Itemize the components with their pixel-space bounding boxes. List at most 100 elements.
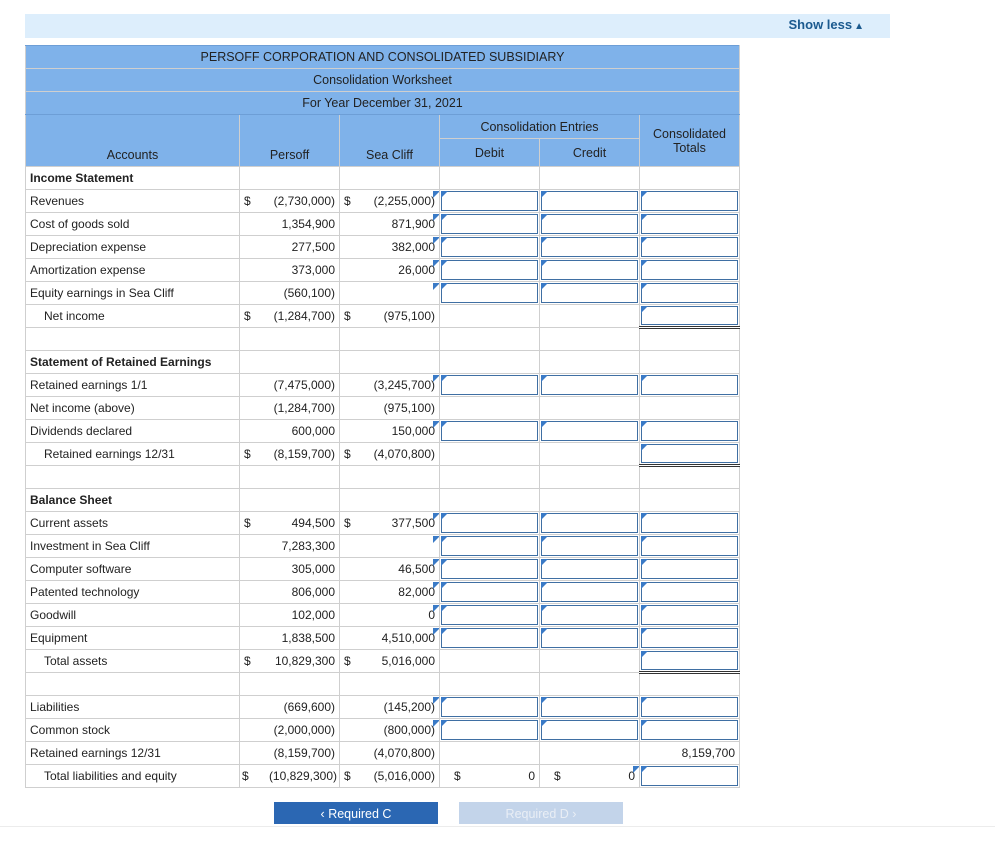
credit-input[interactable] (539, 534, 640, 558)
header-consolidated-line1: Consolidated (653, 126, 726, 141)
spacer-row (25, 465, 740, 489)
spacer-row (25, 327, 740, 351)
table-row: Equipment 1,838,500 4,510,000 (25, 626, 740, 650)
consolidated-input[interactable] (639, 373, 740, 397)
consolidated-input[interactable] (639, 626, 740, 650)
debit-input[interactable] (439, 534, 540, 558)
credit-input[interactable] (539, 626, 640, 650)
seacliff-value: 150,000 (339, 419, 440, 443)
next-button-label: Required D (505, 807, 569, 821)
total-row: Retained earnings 12/31 $ (8,159,700) $ (4… (25, 442, 740, 467)
seacliff-total: $5,016,000 (339, 649, 440, 673)
seacliff-value: 4,510,000 (339, 626, 440, 650)
credit-input[interactable] (539, 212, 640, 236)
section-label: Balance Sheet (25, 488, 240, 512)
debit-input[interactable] (439, 235, 540, 259)
debit-input[interactable] (439, 557, 540, 581)
worksheet-title: Consolidation Worksheet (25, 68, 740, 92)
consolidated-input[interactable] (639, 304, 740, 329)
debit-input[interactable] (439, 419, 540, 443)
seacliff-value: 46,500 (339, 557, 440, 581)
debit-input[interactable] (439, 281, 540, 305)
seacliff-value: (800,000) (339, 718, 440, 742)
table-row: Amortization expense 373,000 26,000 (25, 258, 740, 282)
consolidated-input[interactable] (639, 695, 740, 719)
credit-input[interactable] (539, 511, 640, 535)
table-row: Liabilities (669,600) (145,200) (25, 695, 740, 719)
consolidated-input[interactable] (639, 511, 740, 535)
table-row: Retained earnings 12/31 (8,159,700) (4,0… (25, 741, 740, 765)
account-label: Revenues (25, 189, 240, 213)
account-label: Liabilities (25, 695, 240, 719)
credit-input[interactable] (539, 695, 640, 719)
chevron-right-icon: › (572, 807, 577, 821)
period-title: For Year December 31, 2021 (25, 91, 740, 115)
consolidated-input[interactable] (639, 603, 740, 627)
triangle-up-icon: ▲ (854, 21, 864, 32)
persoff-value: (2,000,000) (239, 718, 340, 742)
seacliff-total: $ (4,070,800) (339, 442, 440, 466)
debit-input[interactable] (439, 603, 540, 627)
credit-input[interactable] (539, 419, 640, 443)
table-row: Dividends declared 600,000 150,000 (25, 419, 740, 443)
consolidated-input[interactable] (639, 764, 740, 788)
credit-input[interactable] (539, 258, 640, 282)
debit-input[interactable] (439, 189, 540, 213)
seacliff-total: $ (5,016,000) (339, 764, 440, 788)
account-label: Investment in Sea Cliff (25, 534, 240, 558)
required-c-button[interactable]: ‹ Required C (274, 802, 438, 824)
credit-input[interactable] (539, 718, 640, 742)
seacliff-value (339, 534, 440, 558)
header-persoff: Persoff (239, 114, 340, 167)
seacliff-value: (975,100) (339, 396, 440, 420)
credit-input[interactable] (539, 557, 640, 581)
required-d-button[interactable]: Required D › (459, 802, 623, 824)
table-row: Current assets $494,500 $377,500 (25, 511, 740, 535)
consolidated-input[interactable] (639, 419, 740, 443)
credit-input[interactable] (539, 373, 640, 397)
debit-input[interactable] (439, 373, 540, 397)
consolidated-input[interactable] (639, 718, 740, 742)
seacliff-value (339, 281, 440, 305)
credit-total: $0 (539, 764, 640, 788)
header-row-1: Accounts Persoff Sea Cliff Consolidation… (25, 114, 740, 167)
credit-input[interactable] (539, 189, 640, 213)
debit-input[interactable] (439, 695, 540, 719)
table-row: Retained earnings 1/1 (7,475,000) (3,245… (25, 373, 740, 397)
consolidated-input[interactable] (639, 258, 740, 282)
debit-input[interactable] (439, 258, 540, 282)
credit-input[interactable] (539, 235, 640, 259)
consolidated-input[interactable] (639, 281, 740, 305)
account-label: Retained earnings 12/31 (25, 741, 240, 765)
seacliff-value: 0 (339, 603, 440, 627)
consolidated-input[interactable] (639, 649, 740, 674)
credit-input[interactable] (539, 603, 640, 627)
show-less-toggle[interactable]: Show less ▲ (789, 17, 864, 32)
total-row: Total assets $10,829,300 $5,016,000 (25, 649, 740, 674)
debit-input[interactable] (439, 626, 540, 650)
total-label: Retained earnings 12/31 (25, 442, 240, 466)
debit-input[interactable] (439, 511, 540, 535)
consolidated-input[interactable] (639, 189, 740, 213)
section-label: Statement of Retained Earnings (25, 350, 240, 374)
toggle-bar: Show less ▲ (25, 14, 890, 38)
title-period-row: For Year December 31, 2021 (25, 91, 740, 115)
total-label: Total assets (25, 649, 240, 673)
table-row: Cost of goods sold 1,354,900 871,900 (25, 212, 740, 236)
consolidated-input[interactable] (639, 580, 740, 604)
table-row: Computer software 305,000 46,500 (25, 557, 740, 581)
debit-input[interactable] (439, 718, 540, 742)
consolidated-input[interactable] (639, 212, 740, 236)
consolidated-input[interactable] (639, 557, 740, 581)
consolidated-input[interactable] (639, 442, 740, 467)
debit-input[interactable] (439, 580, 540, 604)
consolidated-input[interactable] (639, 235, 740, 259)
credit-input[interactable] (539, 580, 640, 604)
account-label: Amortization expense (25, 258, 240, 282)
debit-input[interactable] (439, 212, 540, 236)
seacliff-value: $ (2,255,000) (339, 189, 440, 213)
chevron-left-icon: ‹ (320, 807, 325, 821)
table-row: Net income (above) (1,284,700) (975,100) (25, 396, 740, 420)
credit-input[interactable] (539, 281, 640, 305)
consolidated-input[interactable] (639, 534, 740, 558)
